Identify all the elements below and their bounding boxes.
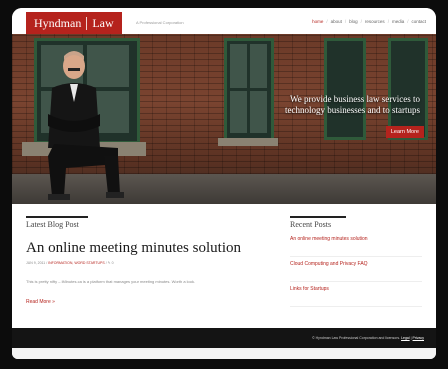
latest-post-heading: Latest Blog Post xyxy=(26,220,79,229)
nav-blog[interactable]: blog xyxy=(347,19,360,24)
hero-headline-line1: We provide business law services to xyxy=(290,94,420,104)
nav-about[interactable]: about xyxy=(329,19,344,24)
hero-headline: We provide business law services to tech… xyxy=(240,94,420,116)
nav-home[interactable]: home xyxy=(310,19,325,24)
hero-person-photo xyxy=(48,51,124,200)
section-rule xyxy=(26,216,88,218)
logo-law: Law xyxy=(92,15,114,30)
bottom-strip xyxy=(12,348,436,359)
post-meta: JUN 9, 2011 / INFORMATION, WORD STARTUPS… xyxy=(26,261,114,265)
post-categories[interactable]: INFORMATION, WORD STARTUPS xyxy=(48,261,105,265)
recent-posts-list: An online meeting minutes solution Cloud… xyxy=(290,232,422,307)
read-more-link[interactable]: Read More » xyxy=(26,299,55,305)
logo-divider xyxy=(86,16,88,30)
comment-count[interactable]: 0 xyxy=(112,261,114,265)
footer-privacy-link[interactable]: Privacy xyxy=(413,336,424,340)
nav-resources[interactable]: resources xyxy=(363,19,387,24)
recent-post-link[interactable]: An online meeting minutes solution xyxy=(290,232,422,257)
main-nav: home / about / blog / resources / media … xyxy=(310,19,428,24)
site-tagline: A Professional Corporation xyxy=(136,20,184,25)
site-logo[interactable]: Hyndman Law xyxy=(26,12,122,34)
logo-name: Hyndman xyxy=(34,15,82,30)
section-rule xyxy=(290,216,346,218)
hero-banner: We provide business law services to tech… xyxy=(12,34,436,204)
recent-post-link[interactable]: Links for Startups xyxy=(290,282,422,307)
browser-frame: Hyndman Law A Professional Corporation h… xyxy=(12,8,436,359)
learn-more-button[interactable]: Learn More xyxy=(385,126,424,138)
comment-icon: ✎ xyxy=(107,261,111,265)
recent-posts-heading: Recent Posts xyxy=(290,220,332,229)
post-title-link[interactable]: An online meeting minutes solution xyxy=(26,240,241,257)
hero-window-middle xyxy=(224,38,274,142)
nav-media[interactable]: media xyxy=(390,19,406,24)
recent-post-link[interactable]: Cloud Computing and Privacy FAQ xyxy=(290,257,422,282)
nav-contact[interactable]: contact xyxy=(409,19,428,24)
post-date: JUN 9, 2011 xyxy=(26,261,46,265)
hero-headline-line2: technology businesses and to startups xyxy=(285,105,420,115)
main-content: Latest Blog Post An online meeting minut… xyxy=(12,204,436,328)
site-footer: © Hyndman Law Professional Corporation a… xyxy=(12,328,436,348)
hero-window-right xyxy=(324,38,366,140)
post-excerpt: This is pretty nifty – iMinutes.ca is a … xyxy=(26,279,196,284)
hero-window-far-right xyxy=(388,38,428,140)
footer-legal-link[interactable]: Legal xyxy=(401,336,410,340)
footer-text: © Hyndman Law Professional Corporation a… xyxy=(312,336,424,340)
window-sill xyxy=(218,138,278,146)
footer-copyright: © Hyndman Law Professional Corporation a… xyxy=(312,336,401,340)
